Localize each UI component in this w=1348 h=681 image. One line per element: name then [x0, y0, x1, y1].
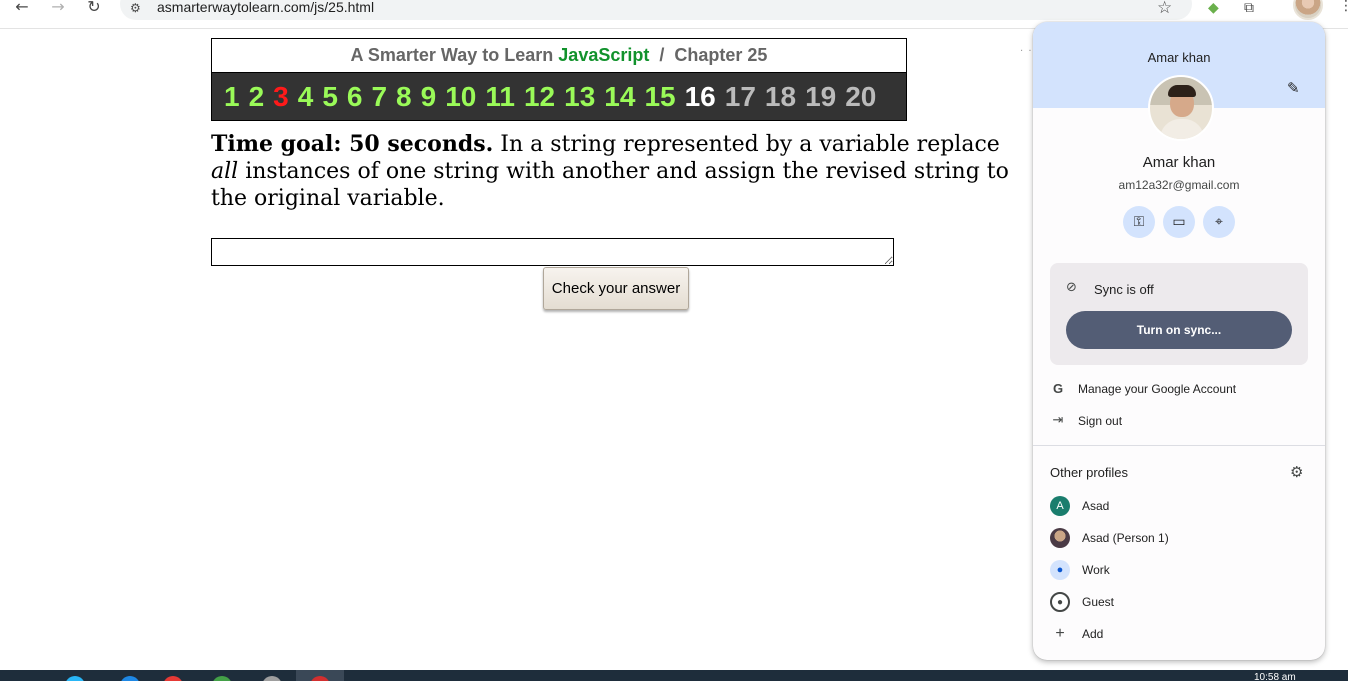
profile-item-guest[interactable]: ● Guest [1033, 587, 1325, 617]
check-answer-button[interactable]: Check your answer [543, 267, 689, 310]
taskbar-clock: 10:58 am [1254, 672, 1296, 681]
profile-item-label: Guest [1082, 595, 1115, 609]
location-pin-icon[interactable]: ⌖ [1203, 206, 1235, 238]
reload-icon[interactable]: ↻ [82, 0, 106, 15]
guest-icon: ● [1050, 592, 1070, 612]
plus-icon: + [1055, 625, 1065, 642]
person-icon: ● [1050, 560, 1070, 580]
manage-account-label: Manage your Google Account [1078, 382, 1237, 396]
profile-avatar[interactable] [1293, 0, 1323, 20]
manage-account-item[interactable]: G Manage your Google Account [1033, 374, 1325, 404]
add-profile-item[interactable]: + Add [1033, 619, 1325, 649]
profile-item-label: Work [1082, 563, 1110, 577]
photo-avatar [1050, 528, 1070, 548]
chapter-number-bar: 1 2 3 4 5 6 7 8 9 10 11 12 13 14 15 16 17 18 19 20 [211, 72, 907, 121]
profile-item-asad-person-1[interactable]: Asad (Person 1) [1033, 523, 1325, 553]
chapter-link-12[interactable]: 12 [524, 81, 555, 113]
sign-out-icon: ⇥ [1052, 413, 1064, 428]
profile-photo [1148, 75, 1214, 141]
chapter-link-1[interactable]: 1 [224, 81, 240, 113]
payment-card-icon[interactable]: ▭ [1163, 206, 1195, 238]
extensions-puzzle-icon[interactable]: ⧉ [1244, 0, 1262, 16]
extension-icon[interactable]: ◆ [1208, 0, 1224, 16]
chapter-header: A Smarter Way to Learn JavaScript / Chap… [211, 38, 907, 73]
site-info-icon[interactable]: ⚙ [130, 1, 141, 15]
more-menu-icon[interactable]: ⋮ [1339, 0, 1348, 13]
question-post: instances of one string with another and… [211, 159, 1009, 211]
profile-item-label: Asad [1082, 499, 1110, 513]
taskbar-app-icon[interactable] [212, 676, 232, 681]
profile-item-asad[interactable]: A Asad [1033, 491, 1325, 521]
add-profile-label: Add [1082, 627, 1104, 641]
edit-pencil-icon[interactable]: ✎ [1287, 79, 1300, 97]
chapter-link-20[interactable]: 20 [845, 81, 876, 113]
google-g-icon: G [1052, 381, 1064, 396]
profile-email: am12a32r@gmail.com [1118, 178, 1240, 192]
sync-card: ⊘ Sync is off Turn on sync... [1050, 263, 1308, 365]
chapter-link-5[interactable]: 5 [322, 81, 338, 113]
bookmark-star-icon[interactable]: ☆ [1157, 0, 1172, 18]
profile-item-label: Asad (Person 1) [1082, 531, 1169, 545]
header-separator: / [659, 45, 665, 65]
taskbar-app-icon[interactable] [163, 676, 183, 681]
other-profiles-title: Other profiles [1050, 465, 1129, 480]
panel-divider [1033, 445, 1325, 446]
password-key-icon[interactable]: ⚿ [1123, 206, 1155, 238]
turn-on-sync-button[interactable]: Turn on sync... [1066, 311, 1292, 349]
chapter-link-6[interactable]: 6 [347, 81, 363, 113]
taskbar-app-icon[interactable] [262, 676, 282, 681]
taskbar-app-icon[interactable] [65, 676, 85, 681]
question-pre: In a string represented by a variable re… [500, 132, 1000, 157]
question-text: Time goal: 50 seconds. In a string repre… [211, 131, 1011, 212]
sign-out-label: Sign out [1078, 414, 1123, 428]
chapter-link-17[interactable]: 17 [725, 81, 756, 113]
chapter-link-10[interactable]: 10 [445, 81, 476, 113]
forward-arrow-icon[interactable]: → [46, 0, 70, 15]
chapter-link-8[interactable]: 8 [396, 81, 412, 113]
answer-input[interactable] [211, 238, 894, 266]
chapter-link-3[interactable]: 3 [273, 81, 289, 113]
question-italic: all [211, 159, 239, 184]
chapter-link-15[interactable]: 15 [644, 81, 675, 113]
chapter-link-14[interactable]: 14 [604, 81, 635, 113]
chapter-link-4[interactable]: 4 [298, 81, 314, 113]
letter-avatar: A [1050, 496, 1070, 516]
profile-name: Amar khan [1142, 154, 1216, 171]
header-brand: JavaScript [558, 45, 650, 65]
address-bar[interactable]: ⚙ asmarterwaytolearn.com/js/25.html ☆ [120, 0, 1192, 20]
header-profile-name: Amar khan [1147, 50, 1211, 65]
sync-status: Sync is off [1094, 282, 1154, 297]
header-prefix: A Smarter Way to Learn [350, 45, 554, 65]
chapter-link-9[interactable]: 9 [421, 81, 437, 113]
screen: ← → ↻ ⚙ asmarterwaytolearn.com/js/25.htm… [0, 0, 1348, 681]
sign-out-item[interactable]: ⇥ Sign out [1033, 406, 1325, 436]
taskbar-app-icon[interactable] [120, 676, 140, 681]
url-text[interactable]: asmarterwaytolearn.com/js/25.html [157, 0, 374, 15]
chapter-link-16[interactable]: 16 [685, 81, 716, 113]
header-chapter: Chapter 25 [674, 45, 768, 65]
manage-profiles-gear-icon[interactable]: ⚙ [1290, 463, 1303, 481]
back-arrow-icon[interactable]: ← [10, 0, 34, 15]
chapter-link-18[interactable]: 18 [765, 81, 796, 113]
profile-panel: Amar khan ✎ Amar khan am12a32r@gmail.com… [1033, 22, 1325, 660]
profile-item-work[interactable]: ● Work [1033, 555, 1325, 585]
chapter-link-13[interactable]: 13 [564, 81, 595, 113]
taskbar: 10:58 am [0, 670, 1348, 681]
time-goal: Time goal: 50 seconds. [211, 131, 494, 157]
chapter-link-19[interactable]: 19 [805, 81, 836, 113]
chapter-link-2[interactable]: 2 [249, 81, 265, 113]
chapter-link-11[interactable]: 11 [485, 81, 515, 113]
sync-off-icon: ⊘ [1066, 280, 1077, 295]
chapter-link-7[interactable]: 7 [371, 81, 387, 113]
